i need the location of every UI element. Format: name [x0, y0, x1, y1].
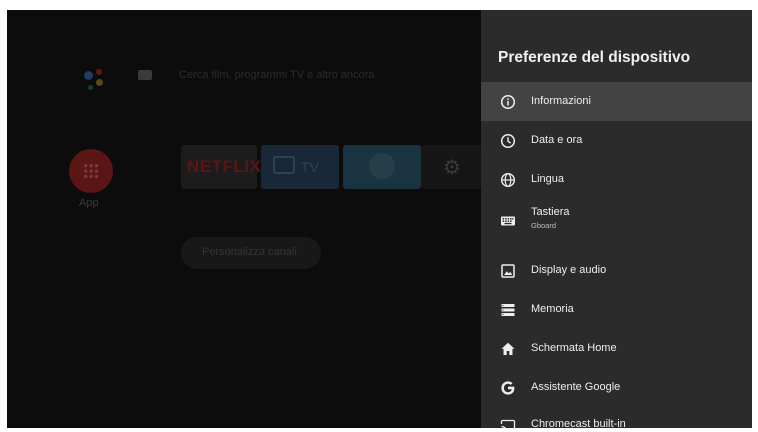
menu-item-lingua[interactable]: Lingua	[481, 160, 752, 199]
menu-item-label: Informazioni	[531, 95, 591, 107]
search-placeholder[interactable]: Cerca film, programmi TV e altro ancora	[179, 69, 374, 81]
menu-item-label: Tastiera	[531, 206, 570, 218]
menu-item-informazioni[interactable]: Informazioni	[481, 82, 752, 121]
keyboard-icon[interactable]	[138, 70, 152, 80]
globe-icon	[500, 172, 516, 188]
menu-item-label: Data e ora	[531, 134, 583, 146]
tv-label: TV	[301, 159, 319, 175]
home-icon	[500, 341, 516, 357]
gear-icon: ⚙	[443, 157, 461, 179]
tv-icon	[273, 156, 295, 174]
home-screen-dimmed: Cerca film, programmi TV e altro ancora …	[7, 10, 481, 428]
menu-item-label: Lingua	[531, 173, 565, 185]
netflix-logo: NETFLIX	[187, 157, 262, 176]
menu-item-label: Memoria	[531, 303, 574, 315]
apps-grid-icon	[83, 163, 99, 179]
keyboard-icon	[500, 213, 516, 229]
play-games-tile[interactable]	[343, 145, 421, 189]
cast-icon	[500, 418, 516, 428]
menu-item-sublabel: Gboard	[531, 221, 557, 230]
menu-item-label: Chromecast built-in	[531, 418, 626, 428]
google-icon	[500, 380, 516, 396]
netflix-tile[interactable]: NETFLIX	[181, 145, 261, 189]
menu-item-data-e-ora[interactable]: Data e ora	[481, 121, 752, 160]
games-icon	[369, 153, 395, 179]
clock-icon	[500, 133, 516, 149]
personalize-channels-button[interactable]: Personalizza canali	[181, 237, 321, 269]
menu-item-display-e-audio[interactable]: Display e audio	[481, 251, 752, 290]
device-preferences-panel: Preferenze del dispositivo Informazioni …	[481, 10, 752, 428]
tv-tile[interactable]: TV	[261, 145, 339, 189]
menu-item-chromecast[interactable]: Chromecast built-in	[481, 407, 752, 428]
google-assistant-icon[interactable]	[82, 65, 108, 95]
menu-item-label: Schermata Home	[531, 342, 617, 354]
settings-tile[interactable]: ⚙	[421, 145, 481, 189]
menu-item-label: Assistente Google	[531, 381, 621, 393]
menu-item-schermata-home[interactable]: Schermata Home	[481, 329, 752, 368]
menu-item-tastiera[interactable]: Tastiera Gboard	[481, 199, 752, 243]
panel-title: Preferenze del dispositivo	[498, 49, 691, 66]
info-icon	[500, 94, 516, 110]
tv-screen: Cerca film, programmi TV e altro ancora …	[7, 10, 752, 428]
menu-item-label: Display e audio	[531, 264, 607, 276]
menu-item-assistente-google[interactable]: Assistente Google	[481, 368, 752, 407]
storage-icon	[500, 302, 516, 318]
personalize-label: Personalizza canali	[202, 246, 297, 258]
menu-item-memoria[interactable]: Memoria	[481, 290, 752, 329]
apps-label: App	[79, 197, 99, 209]
image-icon	[500, 263, 516, 279]
